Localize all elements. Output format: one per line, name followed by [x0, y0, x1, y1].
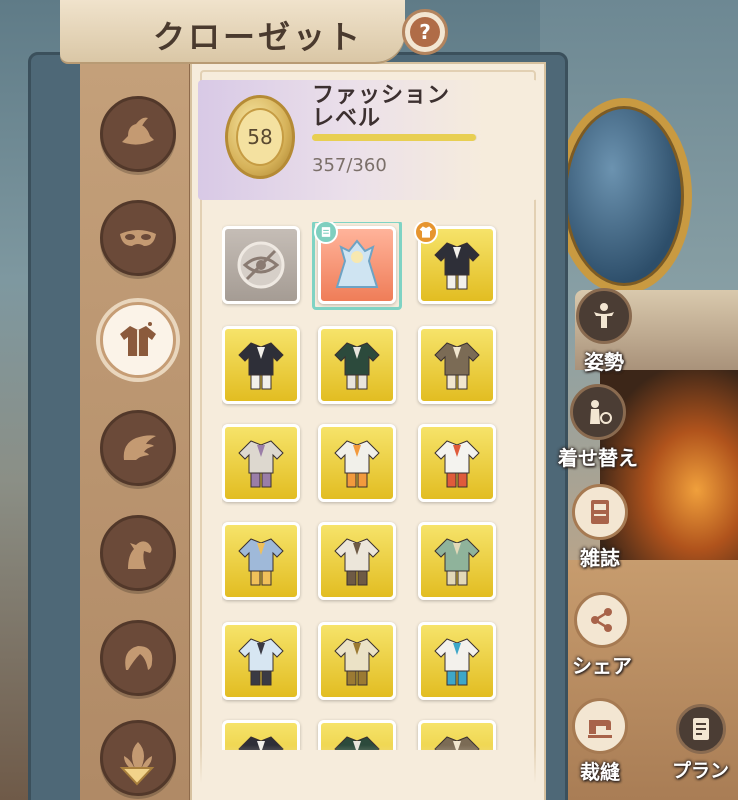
scroll-down-icon[interactable]: [118, 760, 156, 790]
category-hair[interactable]: [100, 620, 176, 696]
sewing-machine-icon: [588, 720, 612, 738]
sewing-button-circle: [572, 698, 628, 754]
jacket-icon: [120, 322, 156, 356]
outfit-icon: [238, 342, 284, 390]
sewing-label: 裁縫: [580, 760, 620, 784]
outfit-grid: [222, 222, 512, 750]
fashion-level-number: 58: [236, 108, 284, 166]
category-mask[interactable]: [100, 200, 176, 276]
question-icon: ?: [410, 17, 440, 47]
outfit-icon: [434, 242, 480, 290]
outfit-item[interactable]: [318, 424, 396, 502]
change-outfit-button[interactable]: 着せ替え: [558, 384, 638, 471]
plan-icon: [692, 718, 709, 740]
mask-icon: [120, 230, 156, 246]
outfit-icon: [334, 440, 380, 488]
hair-icon: [125, 646, 153, 670]
outfit-icon: [434, 538, 480, 586]
help-button[interactable]: ?: [402, 9, 448, 55]
outfit-item[interactable]: [318, 326, 396, 404]
change-outfit-circle: [570, 384, 626, 440]
outfit-item[interactable]: [222, 424, 300, 502]
outfit-item[interactable]: [318, 622, 396, 700]
horse-icon: [128, 541, 152, 569]
dress-change-icon: [590, 400, 612, 424]
fashion-level-label: ファッションレベル: [312, 83, 451, 131]
fashion-level-progress: 357/360: [312, 155, 387, 176]
pose-button-circle: [576, 288, 632, 344]
outfit-item[interactable]: [222, 326, 300, 404]
outfit-icon: [238, 638, 284, 686]
magazine-icon: [591, 500, 609, 524]
outfit-icon: [238, 538, 284, 586]
fashion-level-bar-fill: [312, 134, 476, 141]
magazine-button[interactable]: 雑誌: [572, 484, 628, 571]
fashion-level-coin: 58: [225, 95, 295, 179]
background-mirror: [556, 98, 692, 294]
magazine-label: 雑誌: [580, 546, 620, 570]
category-wings[interactable]: [100, 410, 176, 486]
share-button[interactable]: シェア: [572, 592, 632, 679]
outfit-icon: [434, 440, 480, 488]
plan-button[interactable]: プラン: [672, 704, 729, 783]
share-label: シェア: [572, 654, 632, 678]
hat-icon: [122, 117, 154, 145]
outfit-icon: [434, 342, 480, 390]
item-none-slot[interactable]: [222, 226, 300, 304]
outfit-item[interactable]: [318, 522, 396, 600]
outfit-icon: [334, 638, 380, 686]
category-outfit[interactable]: [100, 302, 176, 378]
plan-label: プラン: [672, 760, 730, 782]
pose-button[interactable]: 姿勢: [576, 288, 632, 375]
plan-button-circle: [675, 704, 726, 754]
outfit-icon: [334, 538, 380, 586]
share-button-circle: [574, 592, 630, 648]
outfit-item[interactable]: [222, 622, 300, 700]
outfit-icon: [434, 638, 480, 686]
wing-icon: [123, 435, 156, 460]
category-hat[interactable]: [100, 96, 176, 172]
outfit-item[interactable]: [418, 424, 496, 502]
grid-bottom-fade: [200, 745, 536, 800]
hidden-eye-icon: [237, 241, 285, 289]
page-title: クローゼット: [153, 18, 364, 56]
category-mount[interactable]: [100, 515, 176, 591]
pose-label: 姿勢: [584, 350, 624, 374]
sewing-button[interactable]: 裁縫: [572, 698, 628, 785]
change-outfit-label: 着せ替え: [558, 446, 638, 470]
outfit-icon: [238, 440, 284, 488]
outfit-item[interactable]: [418, 326, 496, 404]
pose-icon: [594, 303, 614, 328]
outfit-item[interactable]: [222, 522, 300, 600]
fashion-level-bar: [312, 134, 477, 141]
magazine-button-circle: [572, 484, 628, 540]
outfit-item[interactable]: [418, 522, 496, 600]
outfit-item[interactable]: [418, 622, 496, 700]
share-icon: [591, 608, 612, 632]
outfit-icon: [334, 342, 380, 390]
